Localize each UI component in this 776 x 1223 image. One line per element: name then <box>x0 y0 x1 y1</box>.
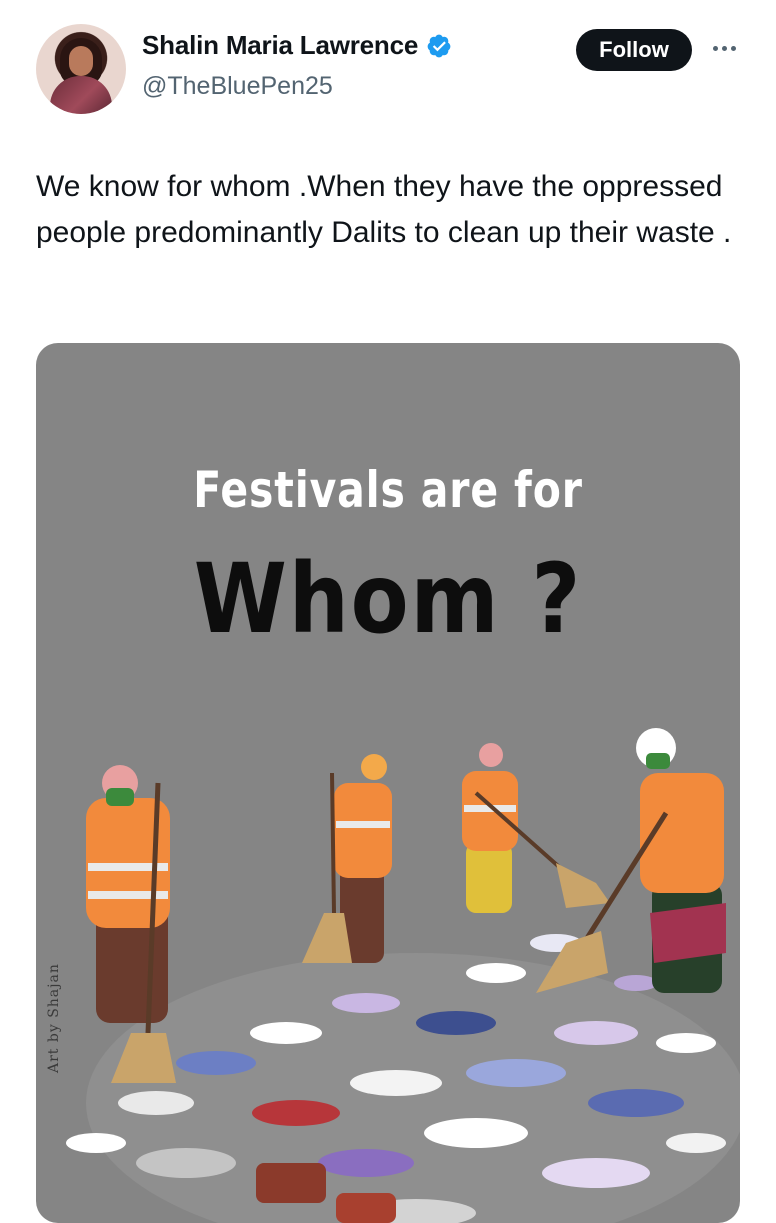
more-dot <box>721 45 727 51</box>
more-dot <box>712 45 718 51</box>
artist-credit: Art by Shajan <box>46 963 62 1073</box>
more-horizontal-icon[interactable] <box>708 34 740 62</box>
verified-badge-icon <box>427 34 451 57</box>
worker-figure <box>462 743 610 913</box>
avatar-face <box>69 46 93 76</box>
author-handle[interactable]: @TheBluePen25 <box>142 72 333 101</box>
artwork-headline-top: Festivals are for <box>193 461 583 519</box>
worker-figure <box>536 728 726 993</box>
more-dot <box>730 45 736 51</box>
author-name[interactable]: Shalin Maria Lawrence <box>142 30 418 61</box>
avatar-body <box>50 76 112 114</box>
worker-figure <box>86 765 176 1083</box>
avatar[interactable] <box>36 24 126 114</box>
author-name-row[interactable]: Shalin Maria Lawrence <box>142 30 452 61</box>
worker-figure <box>302 754 392 963</box>
follow-button[interactable]: Follow <box>576 29 692 71</box>
artwork-headline-bottom: Whom ? <box>193 543 583 655</box>
tweet-text: We know for whom .When they have the opp… <box>36 170 732 249</box>
tweet-header: Shalin Maria Lawrence @TheBluePen25 Foll… <box>0 0 776 130</box>
tweet-media-image[interactable]: Festivals are for Whom ? Art by Shajan <box>36 343 740 1223</box>
